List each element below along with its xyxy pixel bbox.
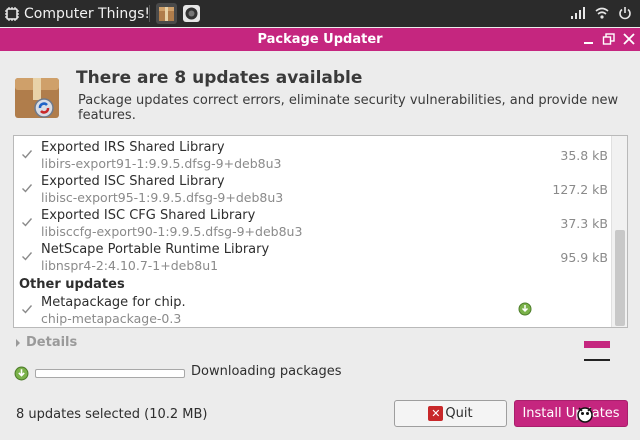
list-item[interactable]: Exported IRS Shared Library libirs-expor… [14, 137, 612, 171]
list-scrollbar[interactable] [611, 136, 627, 327]
chip-logo-icon [5, 6, 19, 21]
update-package: libnspr4-2:4.10.7-1+deb8u1 [41, 258, 219, 273]
list-item[interactable]: Exported ISC Shared Library libisc-expor… [14, 171, 612, 205]
taskbar-package-updater[interactable] [156, 3, 177, 24]
update-name: Exported IRS Shared Library [41, 140, 225, 155]
section-heading-other-updates: Other updates [19, 277, 125, 292]
update-size: 37.3 kB [560, 216, 608, 231]
update-package: libisc-export95-1:9.9.5.dfsg-9+deb8u3 [41, 190, 284, 205]
download-progress-icon [14, 366, 29, 381]
update-name: NetScape Portable Runtime Library [41, 242, 270, 257]
accent-swatch [584, 341, 610, 348]
scrollbar-thumb[interactable] [615, 230, 625, 326]
power-icon[interactable] [618, 6, 632, 20]
update-size: 35.8 kB [560, 148, 608, 163]
install-label: Install Updates [522, 406, 620, 421]
update-name: Exported ISC Shared Library [41, 174, 225, 189]
taskbar-camera-app[interactable] [181, 3, 202, 24]
app-menu-label: Computer Things! [24, 5, 151, 22]
top-panel: Computer Things! [0, 0, 640, 27]
downloading-icon [518, 302, 532, 316]
maximize-icon[interactable] [602, 31, 616, 47]
updates-list[interactable]: Exported IRS Shared Library libirs-expor… [13, 135, 628, 328]
camera-icon [183, 5, 200, 22]
window-controls [582, 31, 636, 47]
system-tray [570, 6, 632, 20]
list-item[interactable]: Metapackage for chip. chip-metapackage-0… [14, 292, 612, 326]
package-updater-icon [15, 78, 59, 118]
quit-label: Quit [445, 406, 473, 421]
list-item[interactable]: Exported ISC CFG Shared Library libisccf… [14, 205, 612, 239]
details-expander[interactable]: Details [16, 335, 77, 350]
download-progress-bar [35, 369, 185, 378]
update-package: chip-metapackage-0.3 [41, 311, 182, 326]
accent-line [584, 359, 610, 361]
page-title: There are 8 updates available [76, 68, 363, 88]
window-title: Package Updater [257, 32, 383, 47]
update-size: 127.2 kB [552, 182, 608, 197]
checkmark-icon[interactable] [21, 216, 33, 228]
checkmark-icon[interactable] [21, 148, 33, 160]
window-titlebar[interactable]: Package Updater [0, 28, 640, 51]
checkmark-icon[interactable] [21, 250, 33, 262]
progress-label: Downloading packages [191, 364, 342, 379]
panel-separator [149, 5, 150, 22]
signal-bars-icon[interactable] [570, 6, 586, 20]
install-updates-button[interactable]: Install Updates [514, 400, 628, 427]
update-size: 95.9 kB [560, 250, 608, 265]
checkmark-icon[interactable] [21, 182, 33, 194]
quit-button[interactable]: ✕ Quit [394, 400, 507, 427]
update-name: Exported ISC CFG Shared Library [41, 208, 256, 223]
details-label: Details [26, 335, 78, 350]
selection-summary: 8 updates selected (10.2 MB) [16, 407, 208, 422]
checkmark-icon[interactable] [21, 303, 33, 315]
minimize-icon[interactable] [582, 31, 596, 47]
quit-icon: ✕ [428, 406, 444, 421]
app-menu-button[interactable]: Computer Things! [4, 4, 150, 23]
close-icon[interactable] [622, 31, 636, 47]
wifi-icon[interactable] [594, 6, 610, 20]
package-icon [159, 7, 174, 21]
update-package: libirs-export91-1:9.9.5.dfsg-9+deb8u3 [41, 156, 282, 171]
update-package: libisccfg-export90-1:9.9.5.dfsg-9+deb8u3 [41, 224, 303, 239]
page-description: Package updates correct errors, eliminat… [78, 93, 619, 123]
expander-arrow-icon [16, 338, 20, 347]
update-name: Metapackage for chip. [41, 295, 186, 310]
mouse-cursor-icon [577, 407, 593, 423]
list-item[interactable]: NetScape Portable Runtime Library libnsp… [14, 239, 612, 273]
